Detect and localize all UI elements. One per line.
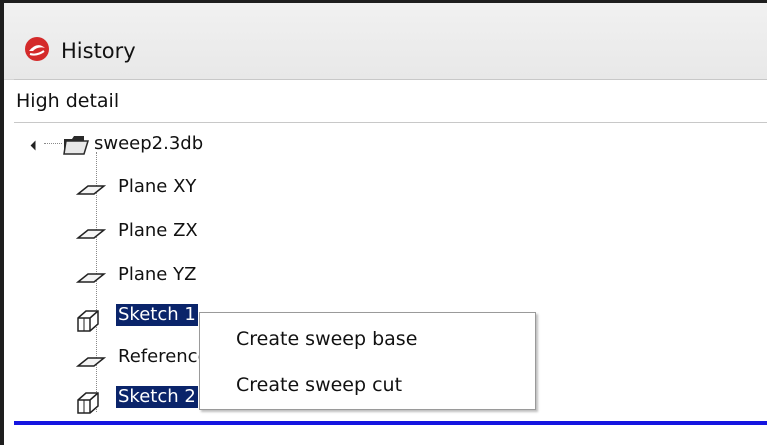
tree-item-label: Plane YZ (118, 264, 197, 285)
tree-item-plane-xy[interactable]: Plane XY (14, 170, 767, 206)
history-panel: History High detail sweep2.3db Plane XY (0, 0, 767, 445)
tree-item-label: Plane ZX (118, 220, 198, 241)
app-logo-icon (25, 37, 49, 61)
tree-item-label: Sketch 2 (116, 386, 198, 408)
tree-item-label: Plane XY (118, 176, 197, 197)
plane-icon (76, 357, 106, 367)
detail-level-value: High detail (16, 90, 120, 112)
plane-icon (76, 273, 106, 283)
detail-level-dropdown[interactable]: High detail (14, 79, 767, 123)
menu-item-create-sweep-base[interactable]: Create sweep base (236, 327, 417, 351)
tree-item-plane-yz[interactable]: Plane YZ (14, 258, 767, 294)
plane-icon (76, 185, 106, 195)
sketch-icon (77, 310, 99, 332)
folder-icon (63, 136, 90, 155)
tree-item-label: Sketch 1 (116, 304, 198, 326)
tree-item-plane-zx[interactable]: Plane ZX (14, 214, 767, 250)
tree-item-label: Reference (118, 346, 209, 367)
panel-bottom-bar (14, 421, 767, 425)
tree-root-label: sweep2.3db (94, 133, 204, 154)
sketch-icon (77, 392, 99, 414)
menu-item-create-sweep-cut[interactable]: Create sweep cut (236, 373, 402, 397)
window-title: History (61, 39, 136, 63)
title-bar[interactable]: History (4, 3, 767, 80)
tree-root-row[interactable]: sweep2.3db (14, 126, 767, 162)
context-menu: Create sweep base Create sweep cut (199, 312, 536, 410)
expand-arrow-icon[interactable] (30, 140, 41, 151)
plane-icon (76, 229, 106, 239)
